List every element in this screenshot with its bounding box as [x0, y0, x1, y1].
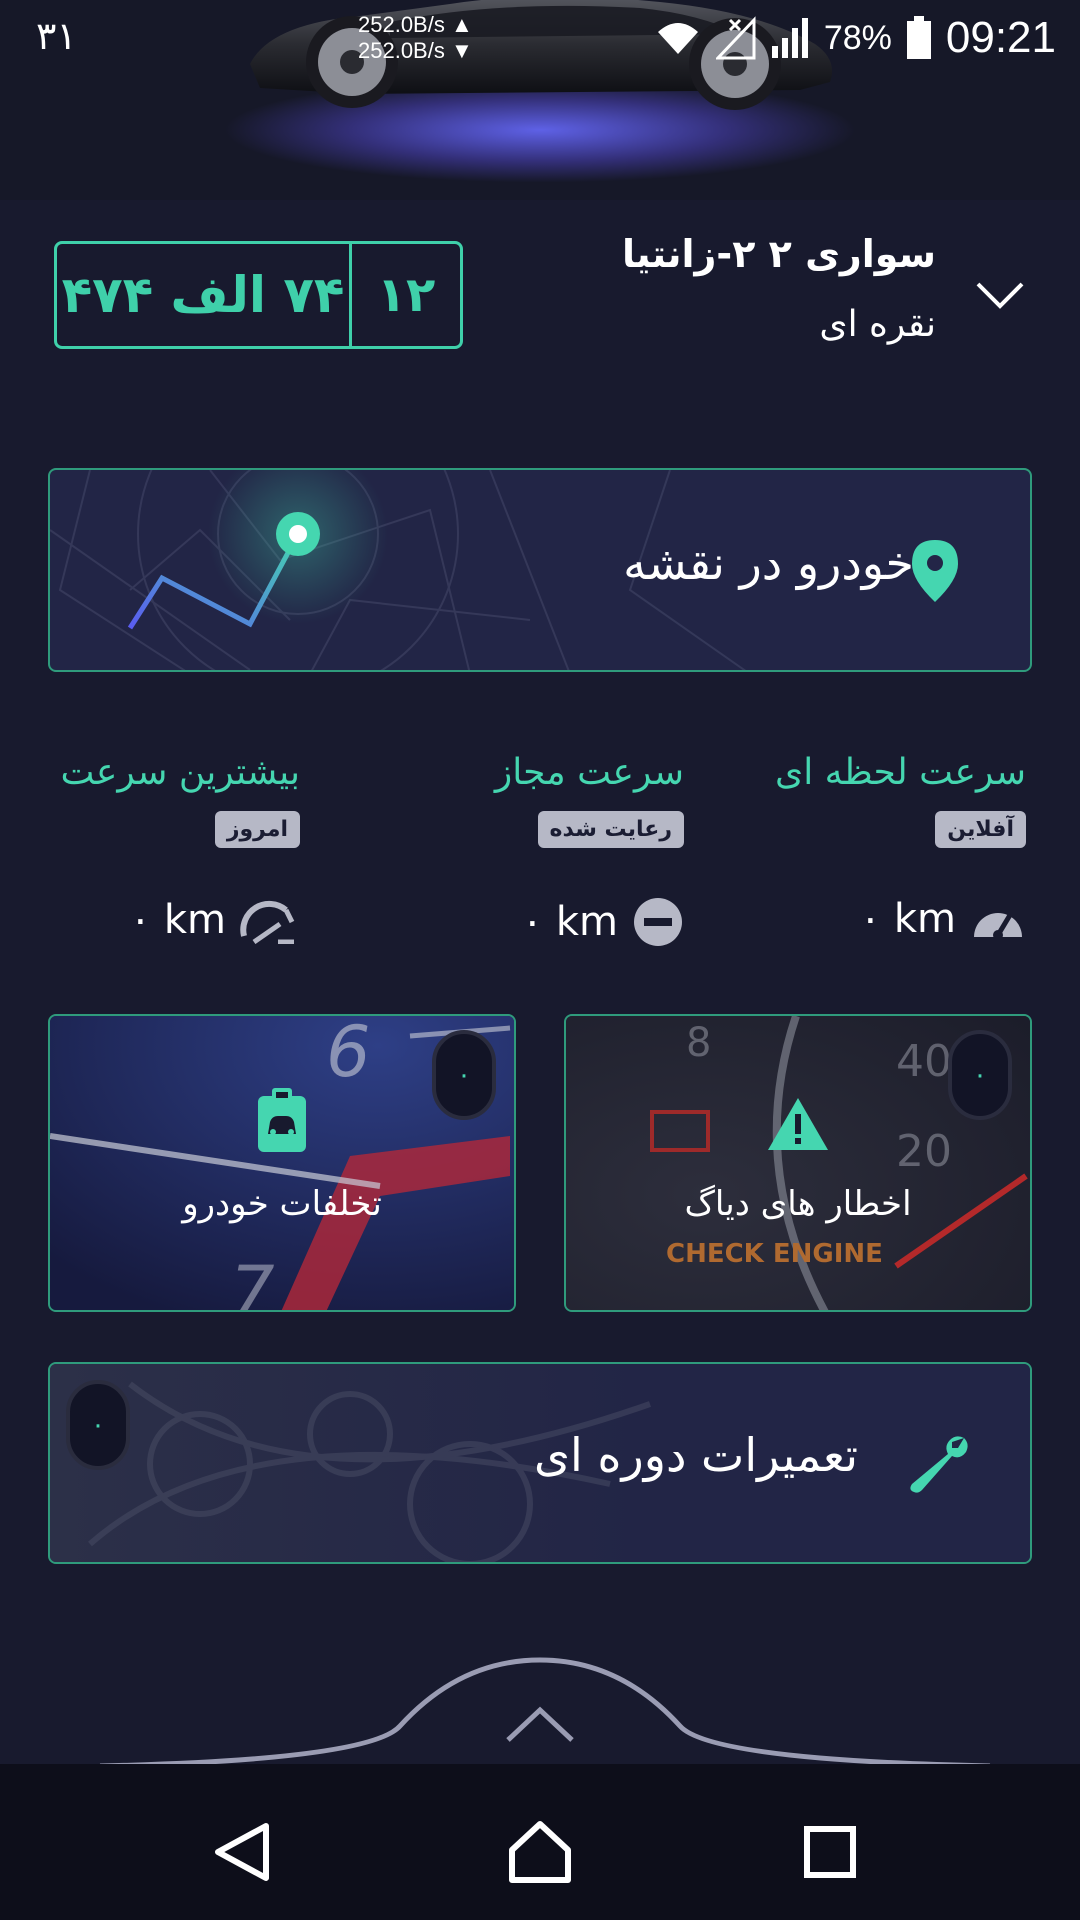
periodic-repairs-title: تعمیرات دوره ای: [534, 1428, 858, 1482]
violations-count: ۰: [432, 1030, 496, 1120]
battery-icon: [906, 16, 931, 59]
gauge-digit-7: 7: [230, 1251, 275, 1312]
speed-max-value-row: ۰ km: [0, 896, 296, 944]
speed-allowed-badge: رعایت شده: [537, 811, 684, 848]
gauge-max-icon: [240, 900, 295, 944]
speed-max-value: ۰ km: [129, 897, 226, 943]
recents-nav-icon[interactable]: [804, 1826, 856, 1878]
pull-up-handle[interactable]: [0, 1640, 1080, 1770]
clock: 09:21: [945, 13, 1056, 62]
location-pin-icon: [912, 540, 958, 602]
speed-current-value: ۰ km: [859, 896, 956, 942]
vehicle-name[interactable]: سواری ۲ ۲-زانتیا: [622, 232, 936, 276]
diag-alerts-count: ۰: [948, 1030, 1012, 1120]
minus-circle-icon: [634, 898, 682, 946]
chevron-down-icon[interactable]: [970, 270, 1030, 320]
speed-max: بیشترین سرعت امروز: [0, 752, 300, 848]
speed-allowed-value-row: ۰ km: [384, 896, 684, 948]
gauge-digit-6: 6: [326, 1016, 371, 1093]
speed-max-badge: امروز: [214, 811, 300, 848]
license-plate: ۷۴ الف ۴۷۴ ۱۲: [54, 241, 463, 349]
network-speed: 252.0B/s ▲ 252.0B/s ▼: [358, 12, 473, 64]
net-down-text: 252.0B/s ▼: [358, 38, 473, 63]
cell-signal-icon: [771, 18, 808, 58]
signal-off-icon: [715, 16, 756, 60]
gauge-digit-40: 40: [896, 1036, 952, 1087]
home-nav-icon[interactable]: [508, 1818, 572, 1884]
car-badge-icon: [258, 1088, 306, 1152]
plate-region: ۱۲: [376, 267, 436, 323]
vehicle-color: نقره ای: [819, 304, 936, 345]
net-up-text: 252.0B/s ▲: [358, 12, 473, 37]
periodic-repairs-count: ۰: [66, 1380, 130, 1470]
map-card-title: خودرو در نقشه: [623, 536, 914, 590]
warning-triangle-icon: [768, 1098, 828, 1150]
speedometer-icon: [974, 913, 1022, 940]
system-nav-bar: [0, 1764, 1080, 1920]
battery-percent: 78%: [823, 18, 892, 57]
speed-allowed-value: ۰ km: [521, 899, 618, 945]
status-bar-right: 78% 09:21: [654, 10, 1056, 66]
gauge-digit-20: 20: [896, 1126, 952, 1177]
plate-number: ۷۴ الف ۴۷۴: [57, 244, 352, 346]
speed-allowed-title: سرعت مجاز: [494, 752, 684, 793]
status-date: ۳۱: [36, 14, 77, 58]
speed-max-title: بیشترین سرعت: [60, 752, 300, 793]
check-engine-text: CHECK ENGINE: [666, 1239, 883, 1269]
speed-allowed: سرعت مجاز رعایت شده: [384, 752, 684, 848]
chevron-up-icon: [506, 1706, 574, 1742]
violations-label: تخلفات خودرو: [182, 1184, 382, 1224]
speed-current-badge: آفلاین: [935, 811, 1026, 848]
speed-current: سرعت لحظه ای آفلاین: [726, 752, 1026, 848]
back-nav-icon[interactable]: [212, 1820, 272, 1884]
gauge-digit-8: 8: [686, 1020, 711, 1066]
speed-current-title: سرعت لحظه ای: [775, 752, 1026, 793]
wifi-icon: [657, 23, 698, 54]
wrench-icon: [910, 1436, 968, 1493]
diag-alerts-label: اخطار های دیاگ: [684, 1184, 912, 1224]
speed-current-value-row: ۰ km: [726, 896, 1026, 942]
